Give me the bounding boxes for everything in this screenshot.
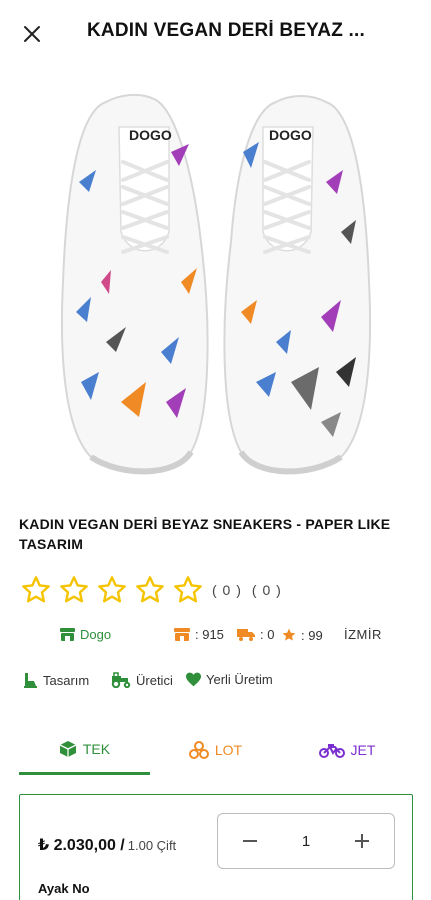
product-info: KADIN VEGAN DERİ BEYAZ SNEAKERS - PAPER … bbox=[0, 498, 431, 900]
top-bar: KADIN VEGAN DERİ BEYAZ ... bbox=[0, 0, 431, 66]
city-label: İZMİR bbox=[344, 627, 382, 642]
plus-icon bbox=[355, 834, 369, 848]
tractor-icon bbox=[111, 672, 131, 688]
badge-local: Yerli Üretim bbox=[185, 672, 273, 687]
star-icon bbox=[136, 576, 164, 603]
star-icon bbox=[60, 576, 88, 603]
sneakers-image: DOGO DOGO bbox=[60, 94, 371, 475]
shop-icon bbox=[174, 628, 190, 641]
order-panel: ₺ 2.030,00 /1.00 Çift 1 Ayak No bbox=[19, 794, 413, 900]
heart-icon bbox=[186, 672, 201, 687]
size-label: Ayak No bbox=[38, 881, 90, 896]
box-icon bbox=[59, 740, 77, 757]
product-name: KADIN VEGAN DERİ BEYAZ SNEAKERS - PAPER … bbox=[19, 516, 391, 552]
tab-jet[interactable]: JET bbox=[281, 725, 413, 775]
design-icon bbox=[24, 673, 37, 688]
review-count[interactable]: ( 0 ) bbox=[252, 582, 282, 598]
rating-row[interactable]: ( 0 ) ( 0 ) bbox=[20, 574, 282, 606]
store-icon bbox=[60, 628, 75, 641]
shop-stat: : 915 bbox=[173, 627, 224, 642]
truck-icon bbox=[237, 629, 255, 641]
price: ₺ 2.030,00 /1.00 Çift bbox=[38, 837, 177, 854]
close-icon bbox=[24, 26, 40, 42]
badge-producer: Üretici bbox=[110, 672, 173, 688]
minus-icon bbox=[243, 840, 257, 842]
seller-meta: Dogo : 915 : 0 : 99 İZMİR bbox=[0, 625, 431, 649]
boxes-icon bbox=[188, 741, 209, 759]
increase-button[interactable] bbox=[350, 829, 374, 853]
close-button[interactable] bbox=[18, 20, 46, 48]
shoe-logo-text: DOGO bbox=[269, 127, 312, 143]
star-icon bbox=[174, 576, 202, 603]
badge-design: Tasarım bbox=[22, 672, 89, 688]
rating-count: ( 0 ) bbox=[212, 582, 242, 598]
motorcycle-icon bbox=[318, 744, 345, 758]
star-icon bbox=[22, 576, 50, 603]
product-detail-screen: KADIN VEGAN DERİ BEYAZ ... DOGO DOGO KAD… bbox=[0, 0, 431, 900]
star-filled-icon bbox=[282, 628, 296, 641]
order-type-tabs: TEK LOT JET bbox=[19, 725, 413, 775]
tab-tek[interactable]: TEK bbox=[19, 725, 150, 775]
tab-lot[interactable]: LOT bbox=[150, 725, 281, 775]
star-icon bbox=[98, 576, 126, 603]
price-unit: 1.00 Çift bbox=[127, 838, 177, 853]
score-stat: : 99 bbox=[281, 627, 323, 643]
shipping-stat: : 0 bbox=[236, 627, 274, 642]
quantity-stepper: 1 bbox=[217, 813, 395, 869]
decrease-button[interactable] bbox=[238, 829, 262, 853]
brand-link[interactable]: Dogo bbox=[59, 627, 111, 642]
page-title: KADIN VEGAN DERİ BEYAZ ... bbox=[87, 20, 365, 41]
product-image[interactable]: DOGO DOGO bbox=[0, 66, 431, 498]
badges-row: Tasarım Üretici Yerli Üretim bbox=[0, 670, 431, 692]
shoe-logo-text: DOGO bbox=[129, 127, 172, 143]
brand-name: Dogo bbox=[80, 627, 112, 642]
quantity-value[interactable]: 1 bbox=[302, 833, 310, 850]
